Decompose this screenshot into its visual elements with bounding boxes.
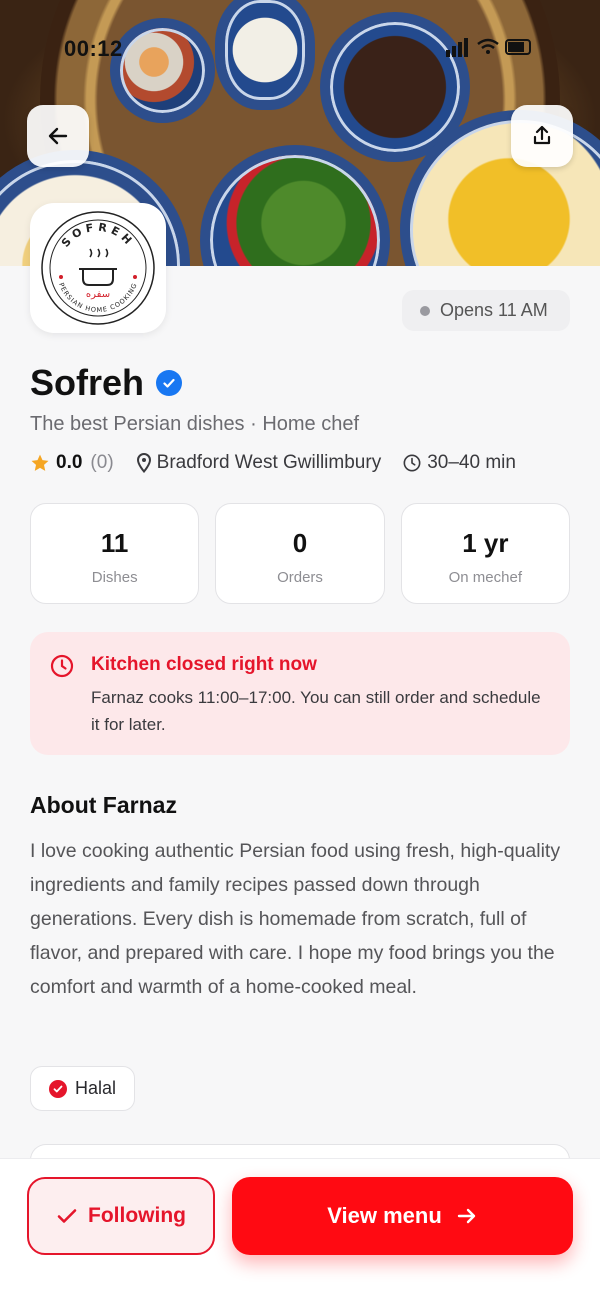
kitchen-meta: 0.0 (0) Bradford West Gwillimbury 30–40 … — [30, 452, 516, 474]
status-bar: 00:12 — [0, 0, 600, 90]
verified-icon — [156, 370, 183, 396]
following-button[interactable]: Following — [27, 1177, 215, 1255]
stat-tenure: 1 yr On mechef — [400, 503, 570, 604]
alert-title: Kitchen closed right now — [91, 654, 317, 675]
location-pin-icon — [136, 453, 151, 473]
back-button[interactable] — [27, 105, 89, 167]
kitchen-logo: SOFREH PERSIAN HOME COOKING سفره — [30, 203, 166, 333]
stat-label: Dishes — [91, 569, 138, 586]
sofreh-logo-image: SOFREH PERSIAN HOME COOKING سفره — [41, 211, 155, 325]
arrow-right-icon — [457, 1208, 475, 1224]
opens-status-pill: Opens 11 AM — [402, 290, 570, 331]
stat-dishes: 11 Dishes — [30, 503, 200, 604]
clock-icon — [50, 654, 74, 678]
location: Bradford West Gwillimbury — [136, 452, 382, 474]
check-icon — [49, 1079, 67, 1098]
rating-value: 0.0 — [56, 452, 83, 473]
about-text: I love cooking authentic Persian food us… — [30, 840, 561, 998]
status-icons — [446, 36, 536, 64]
about-heading: About Farnaz — [30, 792, 177, 818]
kitchen-tagline: The best Persian dishes · Home chef — [30, 413, 360, 435]
rating-count: (0) — [90, 452, 114, 473]
view-menu-button[interactable]: View menu — [232, 1177, 573, 1255]
share-icon — [533, 125, 551, 145]
kitchen-name-row: Sofreh — [30, 362, 183, 404]
share-button[interactable] — [511, 105, 573, 167]
stat-value: 0 — [292, 528, 308, 558]
stat-label: On mechef — [448, 569, 522, 586]
stat-value: 1 yr — [462, 528, 509, 558]
stats-row: 11 Dishes 0 Orders 1 yr On mechef — [30, 503, 570, 604]
opens-label: Opens 11 AM — [440, 300, 548, 320]
stat-value: 11 — [100, 528, 129, 558]
stat-orders: 0 Orders — [215, 503, 385, 604]
kitchen-name: Sofreh — [30, 362, 145, 403]
logo-farsi-text: سفره — [86, 289, 110, 300]
clock-icon — [403, 454, 421, 472]
delivery-time-text: 30–40 min — [427, 452, 516, 473]
delivery-time: 30–40 min — [403, 452, 516, 474]
star-icon — [31, 454, 49, 471]
following-label: Following — [88, 1204, 186, 1227]
bottom-action-bar: Following View menu — [0, 1158, 600, 1305]
location-text: Bradford West Gwillimbury — [156, 452, 382, 473]
status-dot — [420, 305, 430, 316]
back-arrow-icon — [48, 127, 68, 145]
check-icon — [57, 1209, 77, 1223]
tag-halal: Halal — [30, 1066, 136, 1111]
status-time: 00:12 — [64, 36, 123, 61]
alert-body: Farnaz cooks 11:00–17:00. You can still … — [91, 688, 541, 734]
tag-label: Halal — [75, 1078, 117, 1098]
view-menu-label: View menu — [327, 1203, 442, 1228]
stat-label: Orders — [277, 569, 323, 586]
signal-wifi-battery-icon — [446, 38, 531, 57]
kitchen-closed-alert: Kitchen closed right now Farnaz cooks 11… — [30, 632, 570, 755]
